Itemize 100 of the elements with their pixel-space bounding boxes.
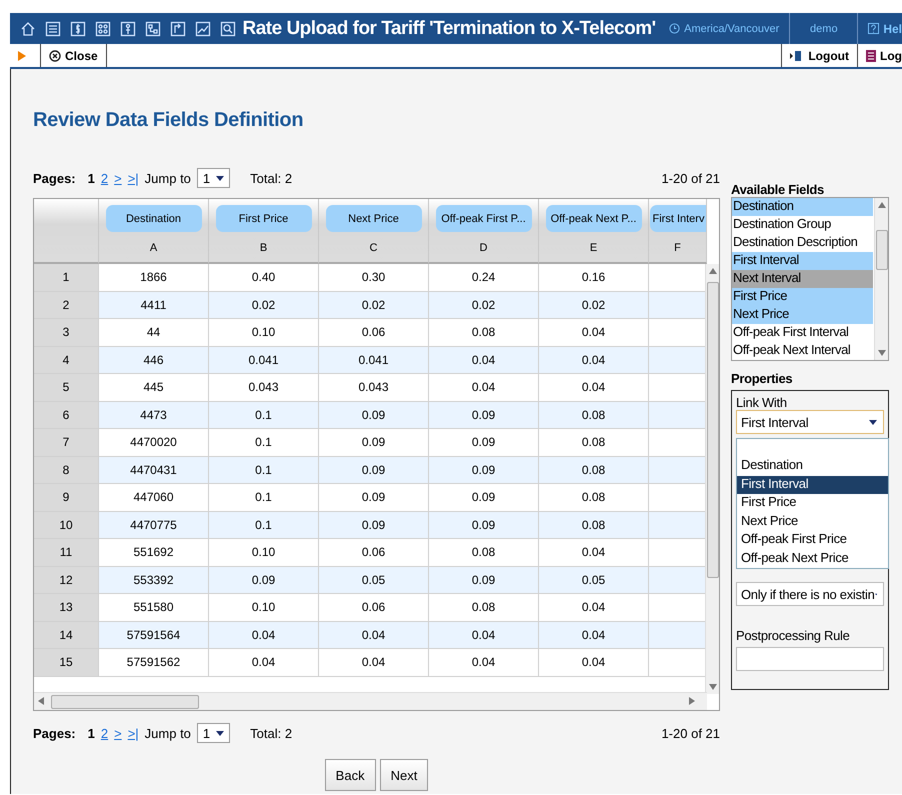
table-cell: 0.04 [539,319,649,346]
page-link[interactable]: 2 [100,726,108,740]
table-cell: 0.043 [209,374,319,402]
grid-icon [94,20,110,36]
row-number: 3 [34,319,99,346]
table-cell: 0.04 [429,622,539,649]
scroll-arrow-icon[interactable] [878,350,886,356]
page-link[interactable]: 2 [100,170,108,186]
table-cell: 0.16 [539,264,649,292]
table-cell: 0.02 [319,292,429,319]
table-cell: 0.08 [539,429,649,456]
table-cell: 0.04 [539,346,649,374]
row-number: 15 [34,649,99,676]
field-chip[interactable]: Off-peak Next P... [546,205,642,232]
table-cell: 0.10 [209,319,319,346]
table-cell: 0.09 [319,512,429,539]
scroll-arrow-icon[interactable] [38,697,44,705]
horizontal-scrollbar[interactable] [34,692,707,710]
table-cell: 0.09 [319,484,429,512]
table-cell: 0.041 [319,346,429,374]
field-chip[interactable]: Off-peak First P... [436,205,532,232]
table-cell [649,512,707,539]
scroll-arrow-icon[interactable] [709,268,717,274]
caret-icon [216,176,224,180]
table-cell: 4470775 [99,512,209,539]
list-icon [44,20,60,36]
play-icon [18,50,26,60]
table-cell: 0.06 [319,319,429,346]
table-cell: 0.02 [429,292,539,319]
section-title: Properties [731,371,794,386]
scroll-arrow-icon[interactable] [878,202,886,208]
total-pages: Total: 2 [250,170,292,186]
table-cell: 57591564 [99,622,209,649]
table-cell: 551580 [99,594,209,622]
record-range: 1-20 of 21 [661,170,720,186]
page-link[interactable]: > [114,726,122,740]
timezone-link[interactable]: America/Vancouver [659,13,790,44]
table-cell: 0.09 [429,456,539,484]
table-cell: 57591562 [99,649,209,676]
table-cell: 0.04 [429,346,539,374]
page-select[interactable]: 1 [196,168,230,188]
table-cell: 0.04 [429,649,539,676]
page-link[interactable]: >| [128,726,139,740]
column-letter: F [674,242,681,254]
vertical-scrollbar[interactable] [874,198,888,360]
field-chip[interactable]: First Price [216,205,312,232]
table-cell: 0.40 [209,264,319,292]
caret-icon [216,730,224,736]
page-select[interactable]: 1 [196,723,230,743]
field-chip[interactable]: First Interv [650,205,706,232]
table-cell: 551692 [99,539,209,566]
field-label: Postprocessing Rule [736,628,851,643]
field-item[interactable]: Destination [732,198,873,216]
table-cell: 4470020 [99,429,209,456]
page-link[interactable]: > [114,170,122,186]
page-link[interactable]: >| [128,170,139,186]
scrollbar-thumb[interactable] [876,230,888,270]
row-number: 6 [34,402,99,429]
clock-icon [669,23,680,34]
table-cell: 0.1 [209,512,319,539]
export-icon [170,20,186,36]
table-cell [649,346,707,374]
default-value-dropdown[interactable]: Only if there is no existin [736,582,884,606]
table-cell: 0.06 [319,594,429,622]
table-cell: 0.09 [429,429,539,456]
close-button[interactable]: Close [40,44,107,67]
table-cell: 0.1 [209,456,319,484]
chart-icon [194,20,210,36]
row-number: 12 [34,566,99,594]
fields-list[interactable]: Destination Destination Group Destination Description First Interval Next Interval First Price Next Price Off-peak First Interval Off-peak Next Interval [731,197,889,361]
page-link[interactable]: 1 [88,726,95,740]
table-cell: 0.04 [539,539,649,566]
field-chip[interactable]: Destination [106,205,202,232]
table-cell: 44 [99,319,209,346]
page-title: Review Data Fields Definition [33,109,304,132]
dropdown-option[interactable]: First Interval [737,476,888,494]
scrollbar-thumb[interactable] [707,282,719,578]
logout-button[interactable]: Logout [781,44,858,67]
table-cell: 0.09 [319,429,429,456]
table-cell: 0.30 [319,264,429,292]
scroll-arrow-icon[interactable] [709,684,717,690]
pages-label: Pages: [33,170,76,186]
jump-to-label: Jump to [144,170,191,186]
table-cell: 0.10 [209,539,319,566]
scrollbar-thumb[interactable] [51,695,199,709]
nav-button[interactable]: Back [324,759,376,791]
field-item[interactable]: Next Interval [732,270,873,288]
nav-button[interactable]: Next [380,759,428,791]
field-chip[interactable]: Next Price [326,205,422,232]
field-item[interactable]: First Price [732,288,873,306]
field-item[interactable]: First Interval [732,252,873,270]
field-item[interactable]: Next Price [732,306,873,324]
column-letter: C [370,242,378,254]
page-link[interactable]: 1 [88,170,95,186]
input-field[interactable] [736,647,884,671]
link-with-dropdown[interactable]: First Interval [736,410,884,434]
table-cell [649,566,707,594]
help-icon [868,23,880,34]
vertical-scrollbar[interactable] [705,264,719,694]
scroll-arrow-icon[interactable] [689,697,695,705]
